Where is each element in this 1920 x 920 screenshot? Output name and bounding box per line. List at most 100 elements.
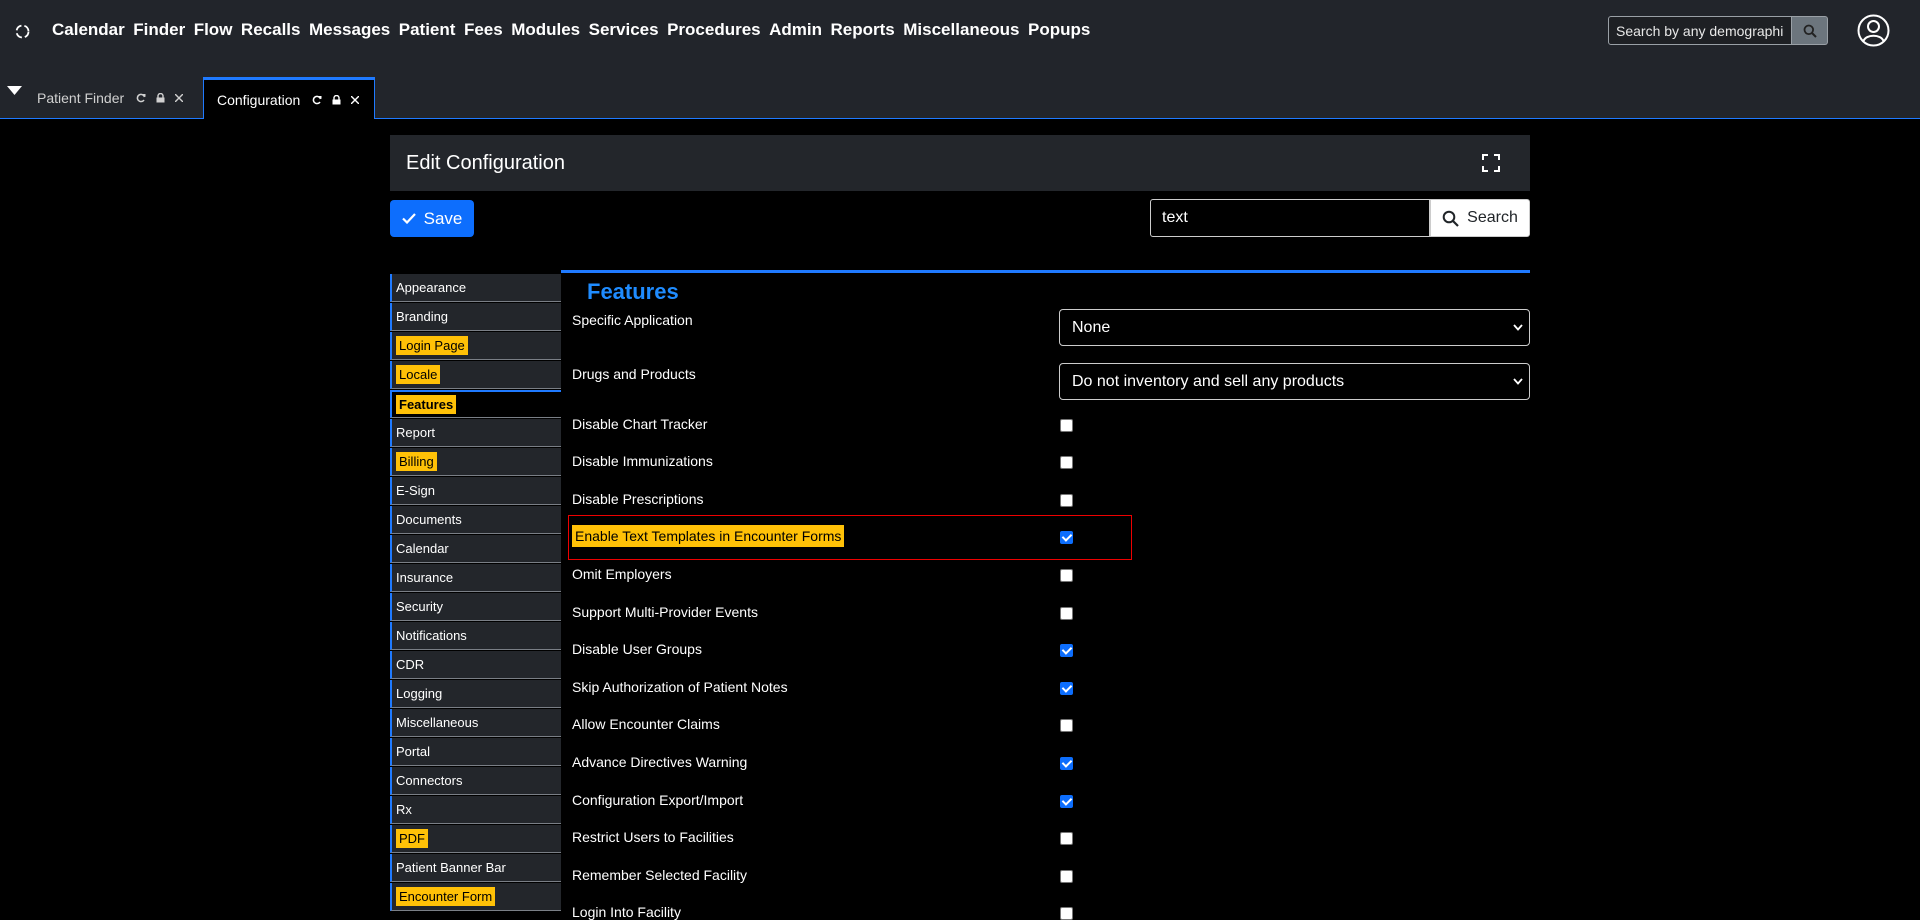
config-search-button[interactable]: Search	[1430, 199, 1530, 237]
nav-menu-messages[interactable]: Messages	[309, 20, 390, 40]
highlight-outline	[568, 515, 1132, 560]
nav-menu-patient[interactable]: Patient	[399, 20, 456, 40]
sidebar-item-connectors[interactable]: Connectors	[390, 767, 561, 795]
expand-icon[interactable]	[1482, 154, 1500, 172]
setting-checkbox[interactable]	[1060, 870, 1073, 883]
tab-bar: Patient Finder Configuration	[0, 62, 1920, 119]
nav-menu-recalls[interactable]: Recalls	[241, 20, 301, 40]
setting-label-text: Restrict Users to Facilities	[572, 829, 734, 845]
sidebar-item-pdf[interactable]: PDF	[390, 825, 561, 853]
nav-menu-services[interactable]: Services	[589, 20, 659, 40]
sidebar-item-label: Logging	[396, 686, 443, 701]
sidebar-item-branding[interactable]: Branding	[390, 303, 561, 331]
setting-checkbox[interactable]	[1060, 569, 1073, 582]
sidebar-item-label: Security	[396, 599, 443, 614]
nav-menu-miscellaneous[interactable]: Miscellaneous	[903, 20, 1019, 40]
refresh-icon[interactable]	[136, 93, 146, 103]
nav-menu-fees[interactable]: Fees	[464, 20, 503, 40]
content-divider	[561, 270, 1530, 273]
close-icon[interactable]	[351, 95, 360, 104]
setting-checkbox[interactable]	[1060, 719, 1073, 732]
setting-checkbox[interactable]	[1060, 419, 1073, 432]
caret-down-icon[interactable]	[7, 86, 22, 96]
sidebar-item-rx[interactable]: Rx	[390, 796, 561, 824]
setting-checkbox[interactable]	[1060, 644, 1073, 657]
nav-menu-flow[interactable]: Flow	[194, 20, 233, 40]
sidebar-item-cdr[interactable]: CDR	[390, 651, 561, 679]
config-search-input[interactable]	[1150, 199, 1430, 237]
patient-search-button[interactable]	[1792, 16, 1828, 45]
setting-label: Advance Directives Warning	[572, 754, 747, 770]
tab-label: Patient Finder	[37, 90, 125, 106]
setting-label: Remember Selected Facility	[572, 867, 747, 883]
setting-checkbox[interactable]	[1060, 456, 1073, 469]
user-avatar-icon[interactable]	[1857, 14, 1890, 47]
setting-label: Disable Chart Tracker	[572, 416, 707, 432]
setting-label-text: Disable User Groups	[572, 641, 702, 657]
search-icon	[1803, 24, 1817, 38]
patient-search-input[interactable]	[1608, 16, 1792, 45]
sidebar-item-e-sign[interactable]: E-Sign	[390, 477, 561, 505]
app-logo-icon[interactable]	[14, 23, 31, 40]
setting-checkbox[interactable]	[1060, 494, 1073, 507]
save-button[interactable]: Save	[390, 200, 474, 237]
setting-label: Drugs and Products	[572, 366, 696, 382]
lock-icon[interactable]	[332, 94, 341, 105]
chevron-down-icon	[1513, 324, 1523, 331]
setting-checkbox[interactable]	[1060, 832, 1073, 845]
card-header: Edit Configuration	[390, 135, 1530, 191]
sidebar-item-encounter-form[interactable]: Encounter Form	[390, 883, 561, 911]
tab-patient-finder[interactable]: Patient Finder	[24, 77, 202, 119]
nav-menu-calendar[interactable]: Calendar	[52, 20, 125, 40]
page-title: Edit Configuration	[406, 151, 565, 174]
select-value: Do not inventory and sell any products	[1072, 372, 1345, 390]
sidebar-item-security[interactable]: Security	[390, 593, 561, 621]
setting-checkbox[interactable]	[1060, 757, 1073, 770]
sidebar-item-billing[interactable]: Billing	[390, 448, 561, 476]
nav-menu-admin[interactable]: Admin	[769, 20, 822, 40]
setting-checkbox[interactable]	[1060, 682, 1073, 695]
nav-menu-procedures[interactable]: Procedures	[667, 20, 761, 40]
sidebar-item-report[interactable]: Report	[390, 419, 561, 447]
setting-label: Configuration Export/Import	[572, 792, 743, 808]
nav-menu-finder[interactable]: Finder	[133, 20, 185, 40]
close-icon[interactable]	[175, 94, 184, 102]
sidebar-item-miscellaneous[interactable]: Miscellaneous	[390, 709, 561, 737]
search-icon	[1442, 210, 1459, 227]
sidebar-item-label: Documents	[396, 512, 462, 527]
specific-application-select[interactable]: None	[1059, 309, 1530, 346]
sidebar-item-login-page[interactable]: Login Page	[390, 332, 561, 360]
sidebar-item-documents[interactable]: Documents	[390, 506, 561, 534]
top-navbar: Calendar Finder Flow Recalls Messages Patient…	[0, 0, 1920, 62]
tab-configuration[interactable]: Configuration	[203, 77, 375, 119]
sidebar-item-notifications[interactable]: Notifications	[390, 622, 561, 650]
lock-icon[interactable]	[156, 93, 165, 103]
nav-menu-modules[interactable]: Modules	[511, 20, 580, 40]
sidebar-item-portal[interactable]: Portal	[390, 738, 561, 766]
setting-checkbox[interactable]	[1060, 795, 1073, 808]
sidebar-item-patient-banner-bar[interactable]: Patient Banner Bar	[390, 854, 561, 882]
setting-label: Disable User Groups	[572, 641, 702, 657]
refresh-icon[interactable]	[312, 95, 322, 105]
setting-label-text: Disable Chart Tracker	[572, 416, 708, 432]
sidebar-item-label: Connectors	[396, 773, 463, 788]
nav-menu-reports[interactable]: Reports	[831, 20, 895, 40]
sidebar-item-appearance[interactable]: Appearance	[390, 274, 561, 302]
drugs-products-select[interactable]: Do not inventory and sell any products	[1059, 363, 1530, 400]
sidebar-item-features[interactable]: Features	[390, 390, 561, 418]
sidebar-item-calendar[interactable]: Calendar	[390, 535, 561, 563]
setting-label-text: Advance Directives Warning	[572, 754, 748, 770]
setting-label-text: Configuration Export/Import	[572, 792, 744, 808]
setting-label: Allow Encounter Claims	[572, 716, 720, 732]
nav-menu-popups[interactable]: Popups	[1028, 20, 1090, 40]
setting-label-text: Disable Immunizations	[572, 453, 713, 469]
setting-label-text: Omit Employers	[572, 566, 672, 582]
sidebar-item-insurance[interactable]: Insurance	[390, 564, 561, 592]
setting-checkbox[interactable]	[1060, 907, 1073, 920]
sidebar-item-label: Miscellaneous	[396, 715, 479, 730]
chevron-down-icon	[1513, 378, 1523, 385]
setting-checkbox[interactable]	[1060, 607, 1073, 620]
sidebar-item-label: Features	[396, 395, 457, 414]
sidebar-item-logging[interactable]: Logging	[390, 680, 561, 708]
sidebar-item-locale[interactable]: Locale	[390, 361, 561, 389]
